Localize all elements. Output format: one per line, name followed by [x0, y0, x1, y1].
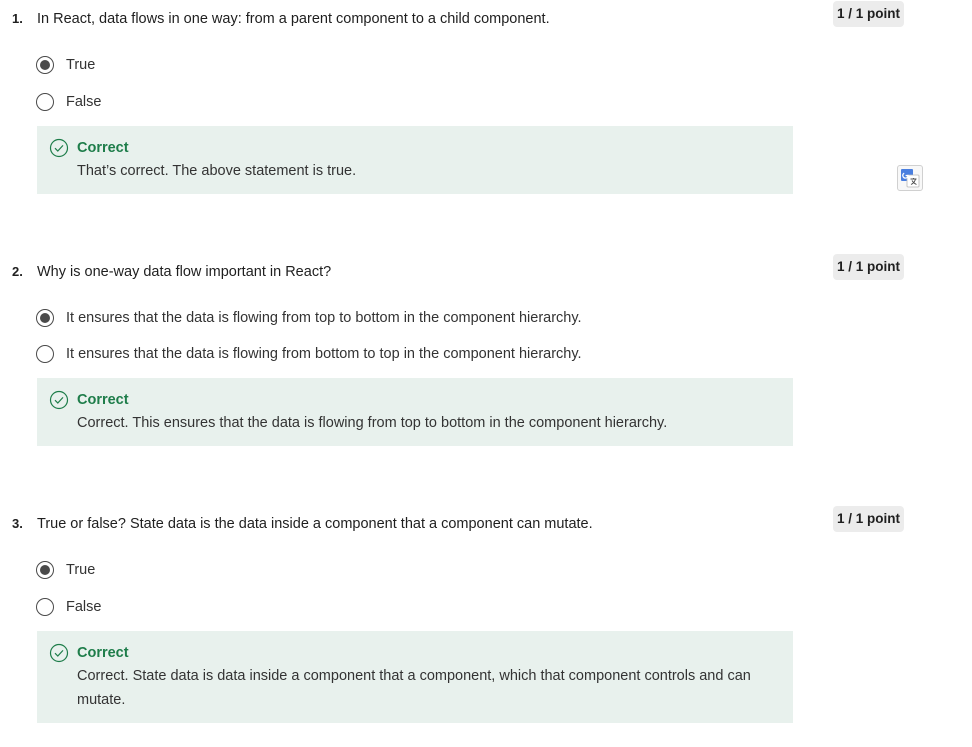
feedback-title: Correct: [77, 392, 129, 408]
google-translate-button[interactable]: [897, 165, 923, 191]
feedback-box: Correct Correct. This ensures that the d…: [37, 378, 793, 446]
check-circle-icon: [49, 643, 69, 663]
option-label: True: [66, 562, 96, 578]
question-text: In React, data flows in one way: from a …: [37, 11, 550, 27]
feedback-box: Correct Correct. State data is data insi…: [37, 631, 793, 723]
option-label: True: [66, 57, 96, 73]
question-number: 3.: [12, 516, 23, 531]
feedback-title: Correct: [77, 645, 129, 661]
radio-selected-icon[interactable]: [36, 56, 54, 74]
option-label: False: [66, 94, 102, 110]
feedback-text: Correct. State data is data inside a com…: [77, 668, 751, 708]
option-label: False: [66, 599, 102, 615]
radio-unselected-icon[interactable]: [36, 598, 54, 616]
question-text: Why is one-way data flow important in Re…: [37, 264, 332, 280]
option-top-to-bottom[interactable]: It ensures that the data is flowing from…: [36, 308, 582, 328]
option-true[interactable]: True: [36, 55, 95, 75]
option-label: It ensures that the data is flowing from…: [66, 346, 582, 362]
score-badge: 1 / 1 point: [833, 1, 905, 27]
question-text: True or false? State data is the data in…: [37, 516, 593, 532]
radio-selected-icon[interactable]: [36, 561, 54, 579]
score-badge: 1 / 1 point: [833, 506, 905, 532]
question-number: 1.: [12, 11, 23, 26]
radio-unselected-icon[interactable]: [36, 93, 54, 111]
feedback-text: That’s correct. The above statement is t…: [77, 163, 357, 179]
check-circle-icon: [49, 390, 69, 410]
option-false[interactable]: False: [36, 597, 101, 617]
feedback-text: Correct. This ensures that the data is f…: [77, 415, 668, 431]
score-badge: 1 / 1 point: [833, 254, 905, 280]
option-false[interactable]: False: [36, 92, 101, 112]
check-circle-icon: [49, 138, 69, 158]
feedback-box: Correct That’s correct. The above statem…: [37, 126, 793, 194]
option-true[interactable]: True: [36, 560, 95, 580]
radio-selected-icon[interactable]: [36, 309, 54, 327]
option-label: It ensures that the data is flowing from…: [66, 310, 582, 326]
feedback-title: Correct: [77, 140, 129, 156]
google-translate-icon: [901, 169, 920, 188]
radio-unselected-icon[interactable]: [36, 345, 54, 363]
question-number: 2.: [12, 264, 23, 279]
option-bottom-to-top[interactable]: It ensures that the data is flowing from…: [36, 344, 582, 364]
